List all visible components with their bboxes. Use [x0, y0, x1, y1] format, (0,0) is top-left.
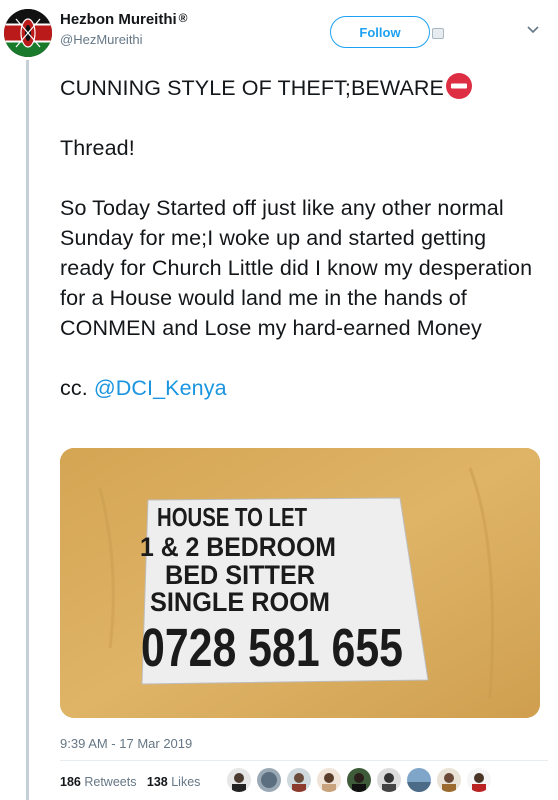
liker-avatar[interactable] — [406, 767, 432, 793]
no-entry-icon — [445, 72, 473, 100]
tweet-timestamp[interactable]: 9:39 AM - 17 Mar 2019 — [60, 736, 192, 751]
tweet-media-image[interactable]: HOUSE TO LET 1 & 2 BEDROOM BED SITTER SI… — [60, 448, 540, 718]
retweets-label[interactable]: Retweets — [84, 775, 136, 789]
liker-avatar[interactable] — [346, 767, 372, 793]
liker-avatar[interactable] — [376, 767, 402, 793]
tweet-line-thread: Thread! — [60, 136, 135, 160]
author-block[interactable]: Hezbon Mureithi ® @HezMureithi — [60, 11, 188, 47]
sign-line-2: 1 & 2 BEDROOM — [140, 532, 336, 562]
thread-line — [26, 60, 29, 800]
liker-avatar[interactable] — [466, 767, 492, 793]
sign-line-4: SINGLE ROOM — [150, 587, 330, 617]
tweet-line-headline: CUNNING STYLE OF THEFT;BEWARE — [60, 72, 540, 103]
tweet-line-body: So Today Started off just like any other… — [60, 196, 533, 340]
engagement-stats: 186 Retweets 138 Likes — [60, 775, 200, 789]
liker-avatars — [226, 767, 496, 795]
mention-link[interactable]: @DCI_Kenya — [94, 376, 227, 400]
cc-prefix: cc. — [60, 376, 94, 400]
registered-badge: ® — [178, 11, 188, 25]
avatar[interactable] — [4, 9, 52, 57]
divider — [60, 760, 548, 761]
sign-phone: 0728 581 655 — [141, 618, 403, 678]
liker-avatar[interactable] — [316, 767, 342, 793]
follow-button[interactable]: Follow — [330, 16, 430, 48]
sign-line-1: HOUSE TO LET — [157, 502, 307, 532]
like-count[interactable]: 138 — [147, 775, 168, 789]
tweet-text: CUNNING STYLE OF THEFT;BEWARE Thread! So… — [60, 72, 540, 403]
tweet-line-cc: cc. @DCI_Kenya — [60, 373, 540, 403]
liker-avatar[interactable] — [286, 767, 312, 793]
avatar-flag-image — [4, 9, 52, 57]
chevron-down-icon[interactable] — [526, 22, 540, 38]
tweet-headline: CUNNING STYLE OF THEFT;BEWARE — [60, 76, 444, 100]
sign-line-3: BED SITTER — [165, 560, 315, 590]
author-name-row[interactable]: Hezbon Mureithi ® — [60, 11, 188, 28]
house-to-let-sign-photo: HOUSE TO LET 1 & 2 BEDROOM BED SITTER SI… — [60, 448, 540, 718]
liker-avatar[interactable] — [226, 767, 252, 793]
liker-avatar[interactable] — [256, 767, 282, 793]
liker-avatar[interactable] — [436, 767, 462, 793]
likes-label[interactable]: Likes — [171, 775, 200, 789]
retweet-count[interactable]: 186 — [60, 775, 81, 789]
author-name[interactable]: Hezbon Mureithi — [60, 11, 177, 28]
follow-badge-icon — [432, 28, 444, 39]
author-handle[interactable]: @HezMureithi — [60, 32, 188, 47]
